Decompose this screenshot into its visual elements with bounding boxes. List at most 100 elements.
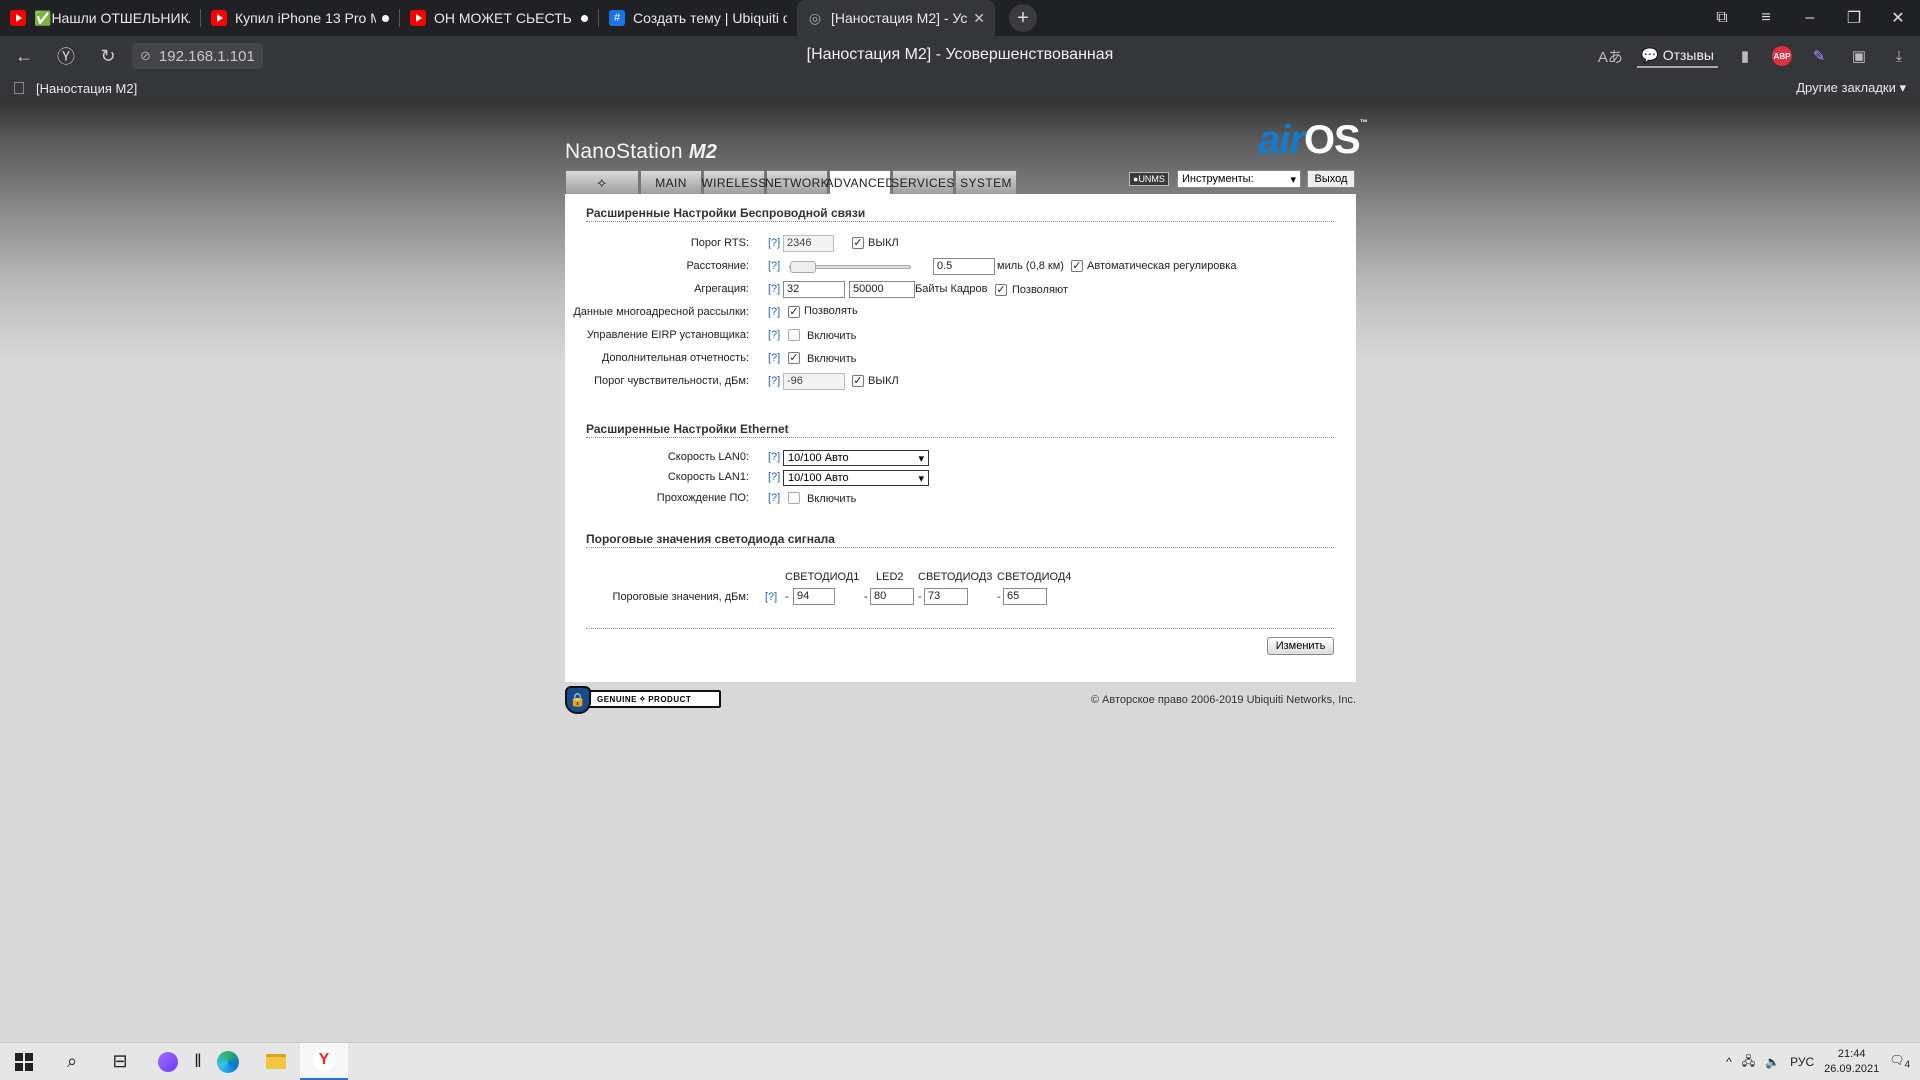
- browser-tab[interactable]: Купил iPhone 13 Pro M: [201, 0, 399, 36]
- network-icon[interactable]: 🖧: [1742, 1052, 1755, 1073]
- chevron-down-icon: ▾: [918, 472, 924, 485]
- download-icon[interactable]: ⤓: [1886, 43, 1912, 69]
- yandex-browser-icon[interactable]: Y: [300, 1042, 348, 1080]
- bookmark-item[interactable]: [Наностация M2]: [14, 81, 137, 96]
- help-link[interactable]: [?]: [768, 471, 780, 483]
- back-icon[interactable]: ←: [6, 38, 42, 74]
- multicast-checkbox[interactable]: ✓: [788, 306, 800, 318]
- browser-tab-active[interactable]: ◎ [Наностация M2] - Усо ✕: [797, 0, 995, 36]
- task-view-icon[interactable]: ⊟: [96, 1043, 144, 1080]
- ubiquiti-logo-icon: ⟡: [597, 174, 607, 190]
- translate-icon[interactable]: Aあ: [1597, 43, 1623, 69]
- file-explorer-icon[interactable]: [252, 1043, 300, 1080]
- distance-input[interactable]: 0.5: [933, 258, 995, 275]
- tools-select[interactable]: Инструменты: ▾: [1177, 170, 1301, 188]
- minimize-icon[interactable]: –: [1788, 9, 1832, 27]
- lan1-speed-select[interactable]: 10/100 Авто ▾: [783, 470, 929, 486]
- browser-tab[interactable]: # Создать тему | Ubiquiti ф: [599, 0, 797, 36]
- help-link[interactable]: [?]: [768, 375, 780, 387]
- aggregation-allow-checkbox[interactable]: ✓: [995, 284, 1007, 296]
- youtube-icon: [10, 10, 26, 26]
- insecure-lock-icon[interactable]: ⊘: [140, 48, 151, 64]
- clock-time: 21:44: [1837, 1048, 1866, 1060]
- tab-main[interactable]: MAIN: [640, 170, 702, 194]
- reload-icon[interactable]: ↻: [90, 38, 126, 74]
- menu-icon[interactable]: ≡: [1744, 9, 1788, 27]
- led4-header: СВЕТОДИОД4: [997, 571, 1072, 583]
- lan0-label: Скорость LAN0:: [667, 451, 749, 463]
- rts-off-checkbox[interactable]: ✓: [852, 237, 864, 249]
- tab-services[interactable]: SERVICES: [891, 170, 954, 194]
- copyright-text: © Авторское право 2006-2019 Ubiquiti Net…: [1090, 694, 1356, 706]
- url-field[interactable]: ⊘ 192.168.1.101: [132, 43, 263, 69]
- lock-shield-icon: 🔒: [565, 686, 591, 714]
- led2-threshold-input[interactable]: 80: [870, 588, 914, 605]
- browser-tab[interactable]: ОН МОЖЕТ СЬЕСТЬ ТВО: [400, 0, 598, 36]
- tools-label: Инструменты:: [1182, 173, 1254, 185]
- aggregation-bytes-input[interactable]: 50000: [849, 281, 915, 298]
- bookmark-icon[interactable]: ▮: [1732, 43, 1758, 69]
- logout-button[interactable]: Выход: [1307, 170, 1355, 188]
- tab-network[interactable]: NETWORK: [765, 170, 829, 194]
- tab-title: Создать тему | Ubiquiti ф: [633, 10, 787, 26]
- help-link[interactable]: [?]: [768, 352, 780, 364]
- reporting-checkbox[interactable]: ✓: [788, 352, 800, 364]
- distance-label: Расстояние:: [686, 260, 749, 272]
- maximize-icon[interactable]: ❐: [1832, 8, 1876, 28]
- clock[interactable]: 21:44 26.09.2021: [1824, 1047, 1879, 1077]
- unms-button[interactable]: ● UNMS: [1129, 172, 1169, 186]
- product-label: PRODUCT: [648, 694, 692, 704]
- close-icon[interactable]: ✕: [1876, 8, 1920, 28]
- tab-advanced[interactable]: ADVANCED: [826, 170, 894, 194]
- passthrough-checkbox[interactable]: [788, 492, 800, 504]
- language-indicator[interactable]: РУС: [1790, 1055, 1814, 1069]
- volume-icon[interactable]: 🔈: [1765, 1055, 1780, 1069]
- chevron-up-icon[interactable]: ^: [1726, 1055, 1732, 1069]
- browser-tab[interactable]: ✅Нашли ОТШЕЛЬНИКА: [0, 0, 200, 36]
- edge-icon[interactable]: [204, 1043, 252, 1080]
- help-link[interactable]: [?]: [768, 329, 780, 341]
- reviews-button[interactable]: 💬 Отзывы: [1637, 45, 1718, 68]
- tab-prefix: ✅: [34, 9, 52, 26]
- lan0-speed-select[interactable]: 10/100 Авто ▾: [783, 450, 929, 466]
- collections-icon[interactable]: ▣: [1846, 43, 1872, 69]
- aggregation-frames-input[interactable]: 32: [783, 281, 845, 298]
- other-bookmarks[interactable]: Другие закладки ▾: [1796, 80, 1906, 96]
- close-tab-icon[interactable]: ✕: [973, 10, 985, 27]
- airos-air: air: [1258, 118, 1305, 162]
- help-link[interactable]: [?]: [768, 283, 780, 295]
- reporting-enable-label: Включить: [807, 353, 857, 365]
- auto-adjust-checkbox[interactable]: ✓: [1071, 260, 1083, 272]
- slider-knob[interactable]: [790, 261, 816, 273]
- distance-slider[interactable]: [789, 261, 911, 273]
- led2-header: LED2: [876, 571, 904, 583]
- eirp-checkbox[interactable]: [788, 329, 800, 341]
- notifications-icon[interactable]: 🗨4: [1889, 1053, 1910, 1070]
- apply-button[interactable]: Изменить: [1267, 637, 1334, 655]
- new-tab-button[interactable]: +: [1009, 4, 1037, 32]
- tab-wireless[interactable]: WIRELESS: [701, 170, 766, 194]
- led1-threshold-input[interactable]: 94: [793, 588, 835, 605]
- rts-threshold-input[interactable]: 2346: [783, 235, 834, 252]
- led3-threshold-input[interactable]: 73: [924, 588, 968, 605]
- help-link[interactable]: [?]: [765, 591, 777, 603]
- start-button[interactable]: [0, 1043, 48, 1080]
- tab-search-icon[interactable]: ⧉: [1700, 9, 1744, 27]
- adblock-icon[interactable]: ABP: [1772, 46, 1792, 66]
- tab-ubnt-logo[interactable]: ⟡: [565, 170, 639, 194]
- help-link[interactable]: [?]: [768, 260, 780, 272]
- help-link[interactable]: [?]: [768, 237, 780, 249]
- sensitivity-input[interactable]: -96: [783, 373, 845, 390]
- search-icon[interactable]: ⌕: [48, 1043, 96, 1080]
- tab-system[interactable]: SYSTEM: [955, 170, 1017, 194]
- reporting-label: Дополнительная отчетность:: [601, 352, 749, 364]
- help-link[interactable]: [?]: [768, 306, 780, 318]
- sensitivity-off-checkbox[interactable]: ✓: [852, 375, 864, 387]
- help-link[interactable]: [?]: [768, 451, 780, 463]
- help-link[interactable]: [?]: [768, 492, 780, 504]
- yandex-icon[interactable]: Ⓨ: [48, 38, 84, 74]
- multicast-allow-label: Позволять: [804, 305, 858, 317]
- led4-threshold-input[interactable]: 65: [1003, 588, 1047, 605]
- alice-assistant-icon[interactable]: [144, 1043, 192, 1080]
- feather-icon[interactable]: ✎: [1806, 43, 1832, 69]
